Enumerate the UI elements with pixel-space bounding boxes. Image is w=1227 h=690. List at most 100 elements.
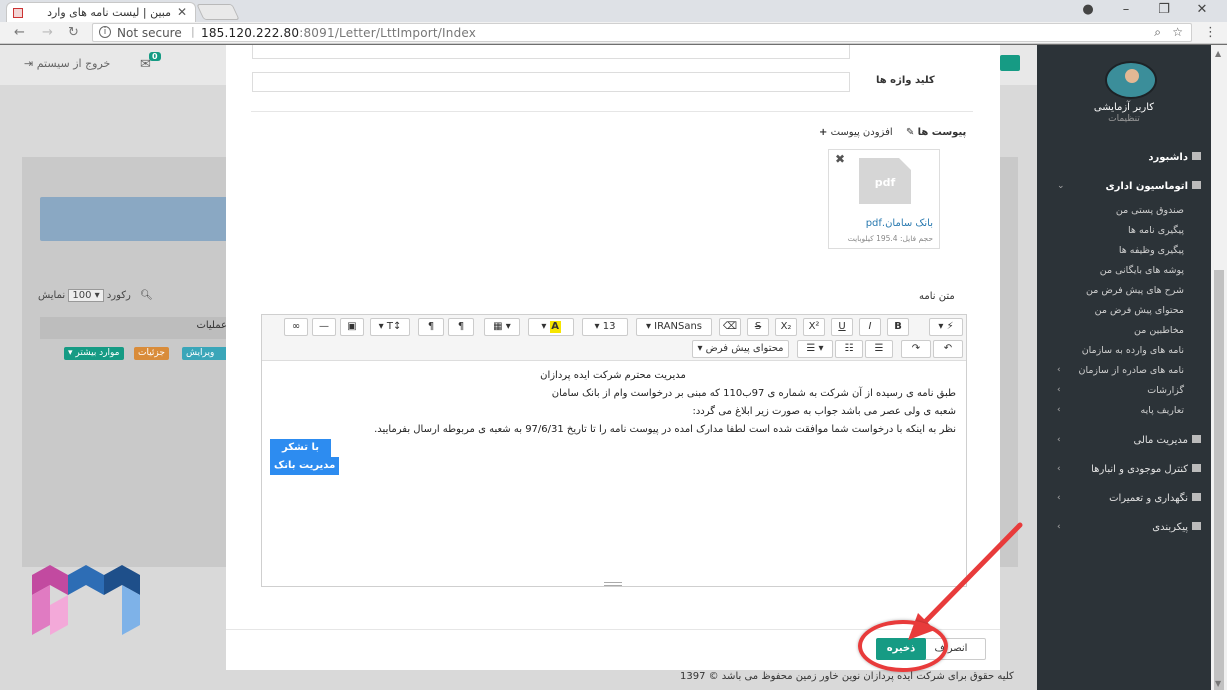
align-button[interactable]: ☰ ▾ xyxy=(797,340,833,358)
pdf-file-icon: pdf xyxy=(859,158,911,204)
sidebar-item-reports[interactable]: گزارشات xyxy=(1147,385,1184,396)
user-settings-link[interactable]: تنظیمات xyxy=(1037,114,1211,124)
chevron-left-icon: ‹ xyxy=(1057,405,1061,415)
sidebar-item-outgoing[interactable]: نامه های صادره از سازمان xyxy=(1078,365,1184,376)
sidebar-item-default-content[interactable]: محتوای پیش فرض من xyxy=(1095,305,1184,316)
redo-button[interactable]: ↷ xyxy=(901,340,931,358)
subscript-button[interactable]: X₂ xyxy=(775,318,797,336)
url-field[interactable]: i Not secure | 185.120.222.80:8091/Lette… xyxy=(92,23,1192,42)
editor-content[interactable]: مدیریت محترم شرکت ایده پردازان طبق نامه … xyxy=(270,367,956,475)
default-content-button[interactable]: ▾ محتوای پیش فرض xyxy=(692,340,789,358)
reload-icon[interactable]: ↻ xyxy=(68,25,79,40)
pdf-badge: pdf xyxy=(874,176,896,189)
wrench-icon xyxy=(1192,493,1201,501)
details-button[interactable]: جزئیات xyxy=(134,347,169,360)
minimize-icon[interactable]: – xyxy=(1107,2,1145,17)
window-close-icon[interactable]: ✕ xyxy=(1183,2,1221,17)
sidebar-label: مدیریت مالی xyxy=(1133,435,1188,446)
more-button[interactable]: ▾ موارد بیشتر xyxy=(64,347,124,360)
superscript-button[interactable]: X² xyxy=(803,318,825,336)
edit-button[interactable]: ویرایش xyxy=(182,347,230,360)
table-button[interactable]: ▦ ▾ xyxy=(484,318,520,336)
sidebar-item-task-tracking[interactable]: پیگیری وظیفه ها xyxy=(1119,245,1184,256)
info-icon[interactable]: i xyxy=(99,26,111,38)
chevron-left-icon: ‹ xyxy=(1057,522,1061,532)
restore-icon[interactable]: ❐ xyxy=(1145,2,1183,17)
sidebar-item-dashboard[interactable]: داشبورد xyxy=(1148,152,1201,163)
zoom-icon[interactable]: ⌕ xyxy=(1154,25,1161,40)
horizontal-rule-button[interactable]: — xyxy=(312,318,336,336)
paragraph-ltr-button[interactable]: ¶ xyxy=(418,318,444,336)
url-host: 185.120.222.80 xyxy=(201,26,300,40)
rich-text-editor[interactable]: ▾ ⚡ B I U X² X₂ S ⌫ ▾ IRANSans ▾ 13 ▾ A … xyxy=(261,314,967,587)
sidebar: کاربر آزمایشی تنظیمات داشبورد اتوماسیون … xyxy=(1037,45,1211,690)
sidebar-label: داشبورد xyxy=(1148,152,1188,163)
attachment-file-name[interactable]: بانک سامان.pdf xyxy=(866,218,933,229)
editor-toolbar: ▾ ⚡ B I U X² X₂ S ⌫ ▾ IRANSans ▾ 13 ▾ A … xyxy=(262,315,966,361)
menu-toggle-button[interactable] xyxy=(1000,55,1020,71)
top-input-field[interactable] xyxy=(252,45,850,59)
bold-button[interactable]: B xyxy=(887,318,909,336)
keywords-input[interactable] xyxy=(252,72,850,92)
font-color-button[interactable]: ▾ A xyxy=(528,318,574,336)
notification-bell-icon[interactable]: ✉ 0 xyxy=(140,52,161,72)
remove-attachment-icon[interactable]: ✖ xyxy=(835,152,845,166)
sidebar-item-inventory[interactable]: کنترل موجودی و انبارها xyxy=(1091,464,1201,475)
logout-label: خروج از سیستم xyxy=(36,57,111,70)
window-controls: ● – ❐ ✕ xyxy=(1069,2,1221,17)
user-name: کاربر آزمایشی xyxy=(1093,102,1155,113)
tab-close-icon[interactable]: ✕ xyxy=(177,5,187,19)
sidebar-label: پیکربندی xyxy=(1152,522,1188,533)
grid-search-icon[interactable]: 🔍︎ xyxy=(140,290,153,301)
bookmark-star-icon[interactable]: ☆ xyxy=(1172,25,1183,39)
chevron-left-icon: ‹ xyxy=(1057,435,1061,445)
finance-icon xyxy=(1192,435,1201,443)
divider xyxy=(251,111,973,112)
page-scrollbar[interactable]: ▲ ▼ xyxy=(1211,45,1227,690)
sidebar-item-base-defs[interactable]: تعاریف پایه xyxy=(1141,405,1184,416)
text-height-button[interactable]: ▾ T↕ xyxy=(370,318,410,336)
sidebar-item-maintenance[interactable]: نگهداری و تعمیرات xyxy=(1109,493,1201,504)
sidebar-item-finance[interactable]: مدیریت مالی xyxy=(1134,435,1201,446)
profile-icon[interactable]: ● xyxy=(1069,2,1107,17)
sidebar-item-incoming[interactable]: نامه های وارده به سازمان xyxy=(1082,345,1184,356)
eraser-button[interactable]: ⌫ xyxy=(719,318,741,336)
browser-menu-icon[interactable]: ⋮ xyxy=(1204,25,1217,40)
new-tab-button[interactable] xyxy=(196,4,240,20)
link-button[interactable]: ∞ xyxy=(284,318,308,336)
browser-tab[interactable]: مبین | لیست نامه های وارد ✕ xyxy=(6,2,196,22)
undo-button[interactable]: ↶ xyxy=(933,340,963,358)
user-avatar[interactable] xyxy=(1105,61,1157,99)
italic-button[interactable]: I xyxy=(859,318,881,336)
sidebar-item-contacts[interactable]: مخاطبین من xyxy=(1134,325,1184,336)
font-family-select[interactable]: ▾ IRANSans xyxy=(636,318,712,336)
logout-link[interactable]: ⇥ خروج از سیستم xyxy=(24,57,110,70)
magic-wand-button[interactable]: ▾ ⚡ xyxy=(929,318,963,336)
font-size-value: 13 xyxy=(602,321,616,332)
sidebar-label: نگهداری و تعمیرات xyxy=(1109,493,1188,504)
sidebar-item-postbox[interactable]: صندوق پستی من xyxy=(1116,205,1184,216)
forward-icon[interactable]: → xyxy=(42,25,53,40)
url-path: :8091/Letter/LttImport/Index xyxy=(299,26,477,40)
annotation-circle xyxy=(858,620,948,672)
sidebar-item-tracking[interactable]: پیگیری نامه ها xyxy=(1128,225,1184,236)
underline-button[interactable]: U xyxy=(831,318,853,336)
paragraph-rtl-button[interactable]: ¶ xyxy=(448,318,474,336)
unordered-list-button[interactable]: ☰ xyxy=(865,340,893,358)
scroll-up-icon[interactable]: ▲ xyxy=(1215,49,1221,58)
editor-resize-handle[interactable] xyxy=(604,582,622,586)
sidebar-item-office[interactable]: اتوماسیون اداری xyxy=(1105,181,1201,192)
add-attachment-link[interactable]: افزودن پیوست + xyxy=(819,127,893,138)
page-size-select[interactable]: 100 ▾ xyxy=(68,289,104,302)
ordered-list-button[interactable]: ☷ xyxy=(835,340,863,358)
font-size-select[interactable]: ▾ 13 xyxy=(582,318,628,336)
scroll-down-icon[interactable]: ▼ xyxy=(1215,679,1221,688)
image-button[interactable]: ▣ xyxy=(340,318,364,336)
sidebar-item-archive[interactable]: پوشه های بایگانی من xyxy=(1100,265,1184,276)
sidebar-item-default-desc[interactable]: شرح های پیش فرض من xyxy=(1086,285,1184,296)
sidebar-item-config[interactable]: پیکربندی xyxy=(1152,522,1201,533)
back-icon[interactable]: ← xyxy=(14,25,25,40)
scrollbar-thumb[interactable] xyxy=(1214,270,1224,690)
attachment-card[interactable]: ✖ pdf بانک سامان.pdf حجم فایل: 195.4 کیل… xyxy=(828,149,940,249)
strikethrough-button[interactable]: S xyxy=(747,318,769,336)
